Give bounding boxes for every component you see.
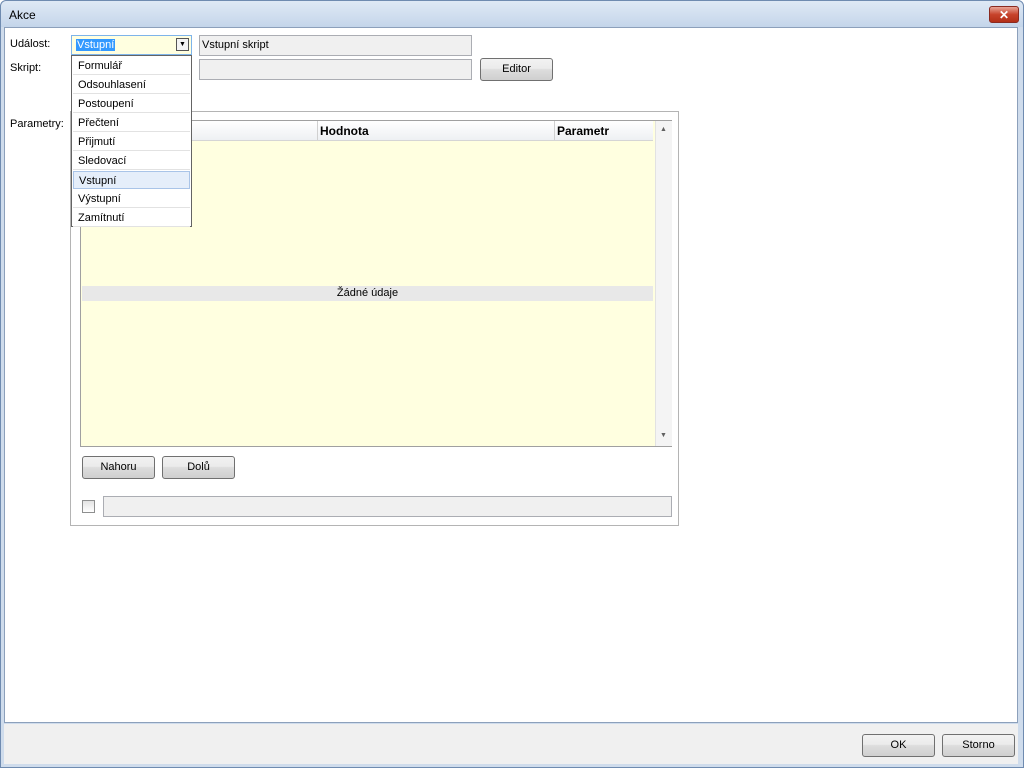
title-bar[interactable]: Akce ✕: [1, 1, 1023, 27]
dropdown-item[interactable]: Zamítnutí: [73, 209, 190, 227]
column-separator[interactable]: [317, 121, 318, 140]
chevron-down-icon[interactable]: ▼: [176, 38, 189, 51]
editor-button-label: Editor: [502, 63, 531, 75]
move-up-button[interactable]: Nahoru: [82, 456, 155, 479]
move-up-button-label: Nahoru: [100, 461, 137, 473]
move-down-button[interactable]: Dolů: [162, 456, 235, 479]
dropdown-item[interactable]: Vstupní: [73, 171, 190, 189]
editor-button[interactable]: Editor: [480, 58, 553, 81]
script-name-field[interactable]: Vstupní skript: [199, 35, 472, 56]
window-title: Akce: [9, 8, 36, 22]
ok-button-label: OK: [890, 739, 907, 751]
parametry-label: Parametry:: [10, 118, 64, 130]
dropdown-item[interactable]: Formulář: [73, 57, 190, 75]
bottom-field[interactable]: [103, 496, 672, 517]
dropdown-item[interactable]: Sledovací: [73, 152, 190, 170]
scroll-up-icon[interactable]: ▲: [660, 126, 667, 133]
cancel-button-label: Storno: [962, 739, 995, 751]
scroll-down-icon[interactable]: ▼: [660, 432, 667, 439]
event-combobox[interactable]: Vstupní ▼: [71, 35, 192, 55]
event-combobox-value: Vstupní: [76, 39, 116, 51]
dropdown-item[interactable]: Výstupní: [73, 190, 190, 208]
dropdown-item[interactable]: Odsouhlasení: [73, 76, 190, 94]
option-checkbox[interactable]: [82, 500, 95, 513]
script-name-value: Vstupní skript: [202, 39, 269, 51]
event-dropdown-list[interactable]: Formulář Odsouhlasení Postoupení Přečtení Př…: [71, 55, 192, 227]
skript-label: Skript:: [10, 62, 42, 74]
column-header-parametr[interactable]: Parametr: [557, 124, 609, 138]
dropdown-item[interactable]: Přijmutí: [73, 133, 190, 151]
ok-button[interactable]: OK: [862, 734, 935, 757]
column-header-hodnota[interactable]: Hodnota: [320, 124, 369, 138]
empty-grid-message: Žádné údaje: [82, 286, 653, 301]
udalost-label: Událost:: [10, 38, 51, 50]
dropdown-item[interactable]: Postoupení: [73, 95, 190, 113]
move-down-button-label: Dolů: [187, 461, 210, 473]
close-button[interactable]: ✕: [989, 6, 1019, 23]
grid-vertical-scrollbar[interactable]: ▲ ▼: [655, 121, 672, 446]
close-icon: ✕: [998, 8, 1010, 22]
script-field[interactable]: [199, 59, 472, 80]
column-separator[interactable]: [554, 121, 555, 140]
cancel-button[interactable]: Storno: [942, 734, 1015, 757]
dropdown-item[interactable]: Přečtení: [73, 114, 190, 132]
